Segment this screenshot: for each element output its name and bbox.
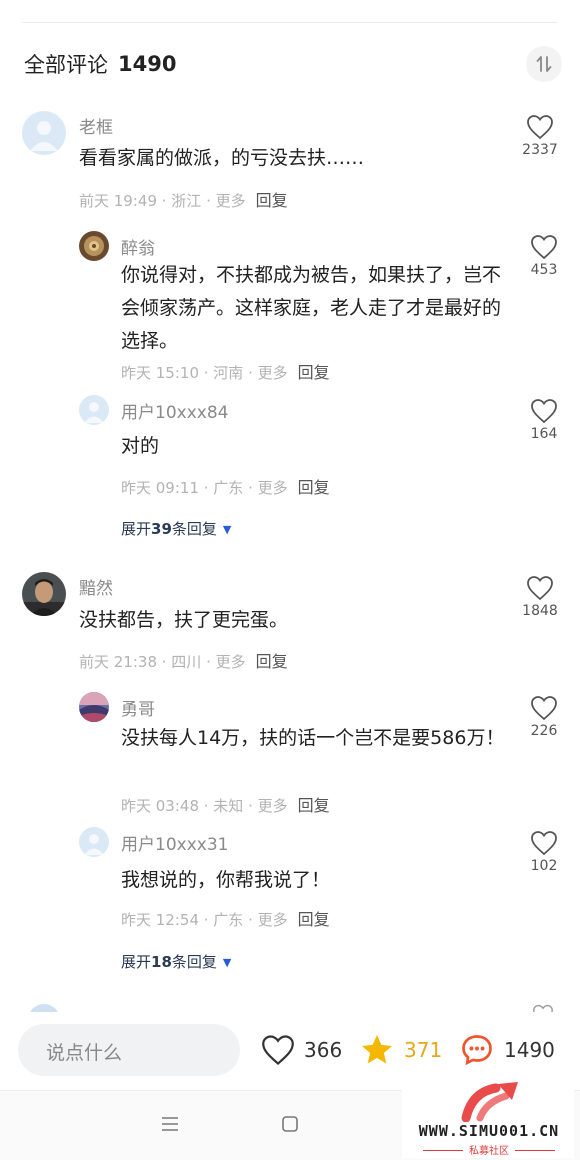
comment-action-button[interactable]: 1490 xyxy=(458,1030,555,1070)
expand-suffix: 条回复 xyxy=(171,520,217,538)
header-title: 全部评论 xyxy=(24,53,108,77)
chevron-down-icon: ▼ xyxy=(222,956,232,969)
heart-icon xyxy=(527,115,553,140)
chat-bubble-icon xyxy=(462,1035,492,1066)
comment-author[interactable]: 老框 xyxy=(79,113,113,138)
like-action-button[interactable]: 366 xyxy=(260,1030,342,1070)
heart-icon xyxy=(527,576,553,601)
comment-meta: 昨天 03:48 · 未知 · 更多 回复 xyxy=(121,792,330,816)
reply-button[interactable]: 回复 xyxy=(298,363,330,382)
expand-replies-button[interactable]: 展开18条回复 ▼ xyxy=(121,951,231,972)
like-button[interactable]: 164 xyxy=(518,398,570,442)
avatar[interactable] xyxy=(79,395,109,425)
watermark-site: WWW.SIMU001.CN xyxy=(418,1122,560,1140)
avatar[interactable] xyxy=(22,111,66,155)
like-count: 453 xyxy=(530,262,558,278)
watermark-logo xyxy=(461,1082,518,1122)
reply-button[interactable]: 回复 xyxy=(298,796,330,815)
comment-time-location: 昨天 09:11 · 广东 · 更多 xyxy=(121,479,288,497)
like-button[interactable]: 226 xyxy=(518,695,570,739)
comment-text: 我想说的，你帮我说了！ xyxy=(121,869,331,891)
heart-icon xyxy=(531,831,557,856)
comment-author[interactable]: 用户10xxx31 xyxy=(121,830,228,855)
like-total: 366 xyxy=(304,1038,343,1062)
heart-icon xyxy=(531,696,557,721)
comment-total: 1490 xyxy=(504,1038,555,1062)
like-button[interactable]: 1848 xyxy=(514,575,566,619)
sort-button[interactable] xyxy=(526,46,562,82)
watermark: WWW.SIMU001.CN 私募社区 xyxy=(402,1076,574,1158)
comment-meta: 前天 19:49 · 浙江 · 更多 回复 xyxy=(79,187,288,211)
comment-author[interactable]: 黯然 xyxy=(79,574,113,599)
favorite-action-button[interactable]: 371 xyxy=(358,1030,442,1070)
expand-count: 18 xyxy=(151,953,172,971)
heart-icon xyxy=(531,399,557,424)
comment-meta: 昨天 09:11 · 广东 · 更多 回复 xyxy=(121,474,330,498)
comment-text: 你说得对，不扶都成为被告，如果扶了，岂不会倾家荡产。这样家庭，老人走了才是最好的… xyxy=(121,264,502,352)
comment-time-location: 前天 21:38 · 四川 · 更多 xyxy=(79,653,246,671)
avatar[interactable] xyxy=(79,827,109,857)
comment-author[interactable]: 醉翁 xyxy=(121,234,155,259)
comment-time-location: 昨天 03:48 · 未知 · 更多 xyxy=(121,797,288,815)
like-count: 226 xyxy=(530,723,558,739)
like-count: 164 xyxy=(530,426,558,442)
comment-meta: 前天 21:38 · 四川 · 更多 回复 xyxy=(79,648,288,672)
next-comment-heart-icon xyxy=(532,1004,554,1012)
menu-icon[interactable] xyxy=(160,1115,180,1133)
comments-header: 全部评论 1490 xyxy=(24,44,562,84)
like-button[interactable]: 102 xyxy=(518,830,570,874)
reply-button[interactable]: 回复 xyxy=(256,652,288,671)
comment-text: 对的 xyxy=(121,435,160,457)
comment-input[interactable]: 说点什么 xyxy=(18,1024,240,1076)
comment-author[interactable]: 用户10xxx84 xyxy=(121,398,228,423)
comment-time-location: 前天 19:49 · 浙江 · 更多 xyxy=(79,192,246,210)
star-icon xyxy=(362,1035,392,1064)
reply-button[interactable]: 回复 xyxy=(298,910,330,929)
expand-suffix: 条回复 xyxy=(171,953,217,971)
comment-author[interactable]: 勇哥 xyxy=(121,695,155,720)
comment-text: 没扶每人14万，扶的话一个岂不是要586万！ xyxy=(121,727,505,749)
reply-button[interactable]: 回复 xyxy=(298,478,330,497)
avatar[interactable] xyxy=(22,572,66,616)
avatar[interactable] xyxy=(79,231,109,261)
comment-time-location: 昨天 15:10 · 河南 · 更多 xyxy=(121,364,288,382)
home-icon[interactable] xyxy=(281,1115,299,1133)
header-count: 1490 xyxy=(118,52,177,76)
chevron-down-icon: ▼ xyxy=(222,523,232,536)
sort-icon xyxy=(536,56,552,72)
like-count: 1848 xyxy=(522,603,558,619)
comment-text: 看看家属的做派，的亏没去扶…… xyxy=(79,147,365,169)
expand-count: 39 xyxy=(151,520,172,538)
comment-input-placeholder: 说点什么 xyxy=(46,1042,123,1064)
heart-icon xyxy=(262,1035,294,1066)
like-button[interactable]: 2337 xyxy=(514,114,566,158)
like-count: 102 xyxy=(530,858,558,874)
comment-time-location: 昨天 12:54 · 广东 · 更多 xyxy=(121,911,288,929)
expand-replies-button[interactable]: 展开39条回复 ▼ xyxy=(121,518,231,539)
favorite-total: 371 xyxy=(404,1038,443,1062)
expand-prefix: 展开 xyxy=(121,953,152,971)
comment-meta: 昨天 15:10 · 河南 · 更多 回复 xyxy=(121,359,330,383)
reply-button[interactable]: 回复 xyxy=(256,191,288,210)
like-button[interactable]: 453 xyxy=(518,234,570,278)
expand-prefix: 展开 xyxy=(121,520,152,538)
like-count: 2337 xyxy=(522,142,558,158)
comment-text: 没扶都告，扶了更完蛋。 xyxy=(79,609,289,631)
top-divider xyxy=(22,22,558,23)
watermark-subtitle: 私募社区 xyxy=(404,1142,574,1157)
avatar[interactable] xyxy=(79,692,109,722)
comment-meta: 昨天 12:54 · 广东 · 更多 回复 xyxy=(121,906,330,930)
heart-icon xyxy=(531,235,557,260)
